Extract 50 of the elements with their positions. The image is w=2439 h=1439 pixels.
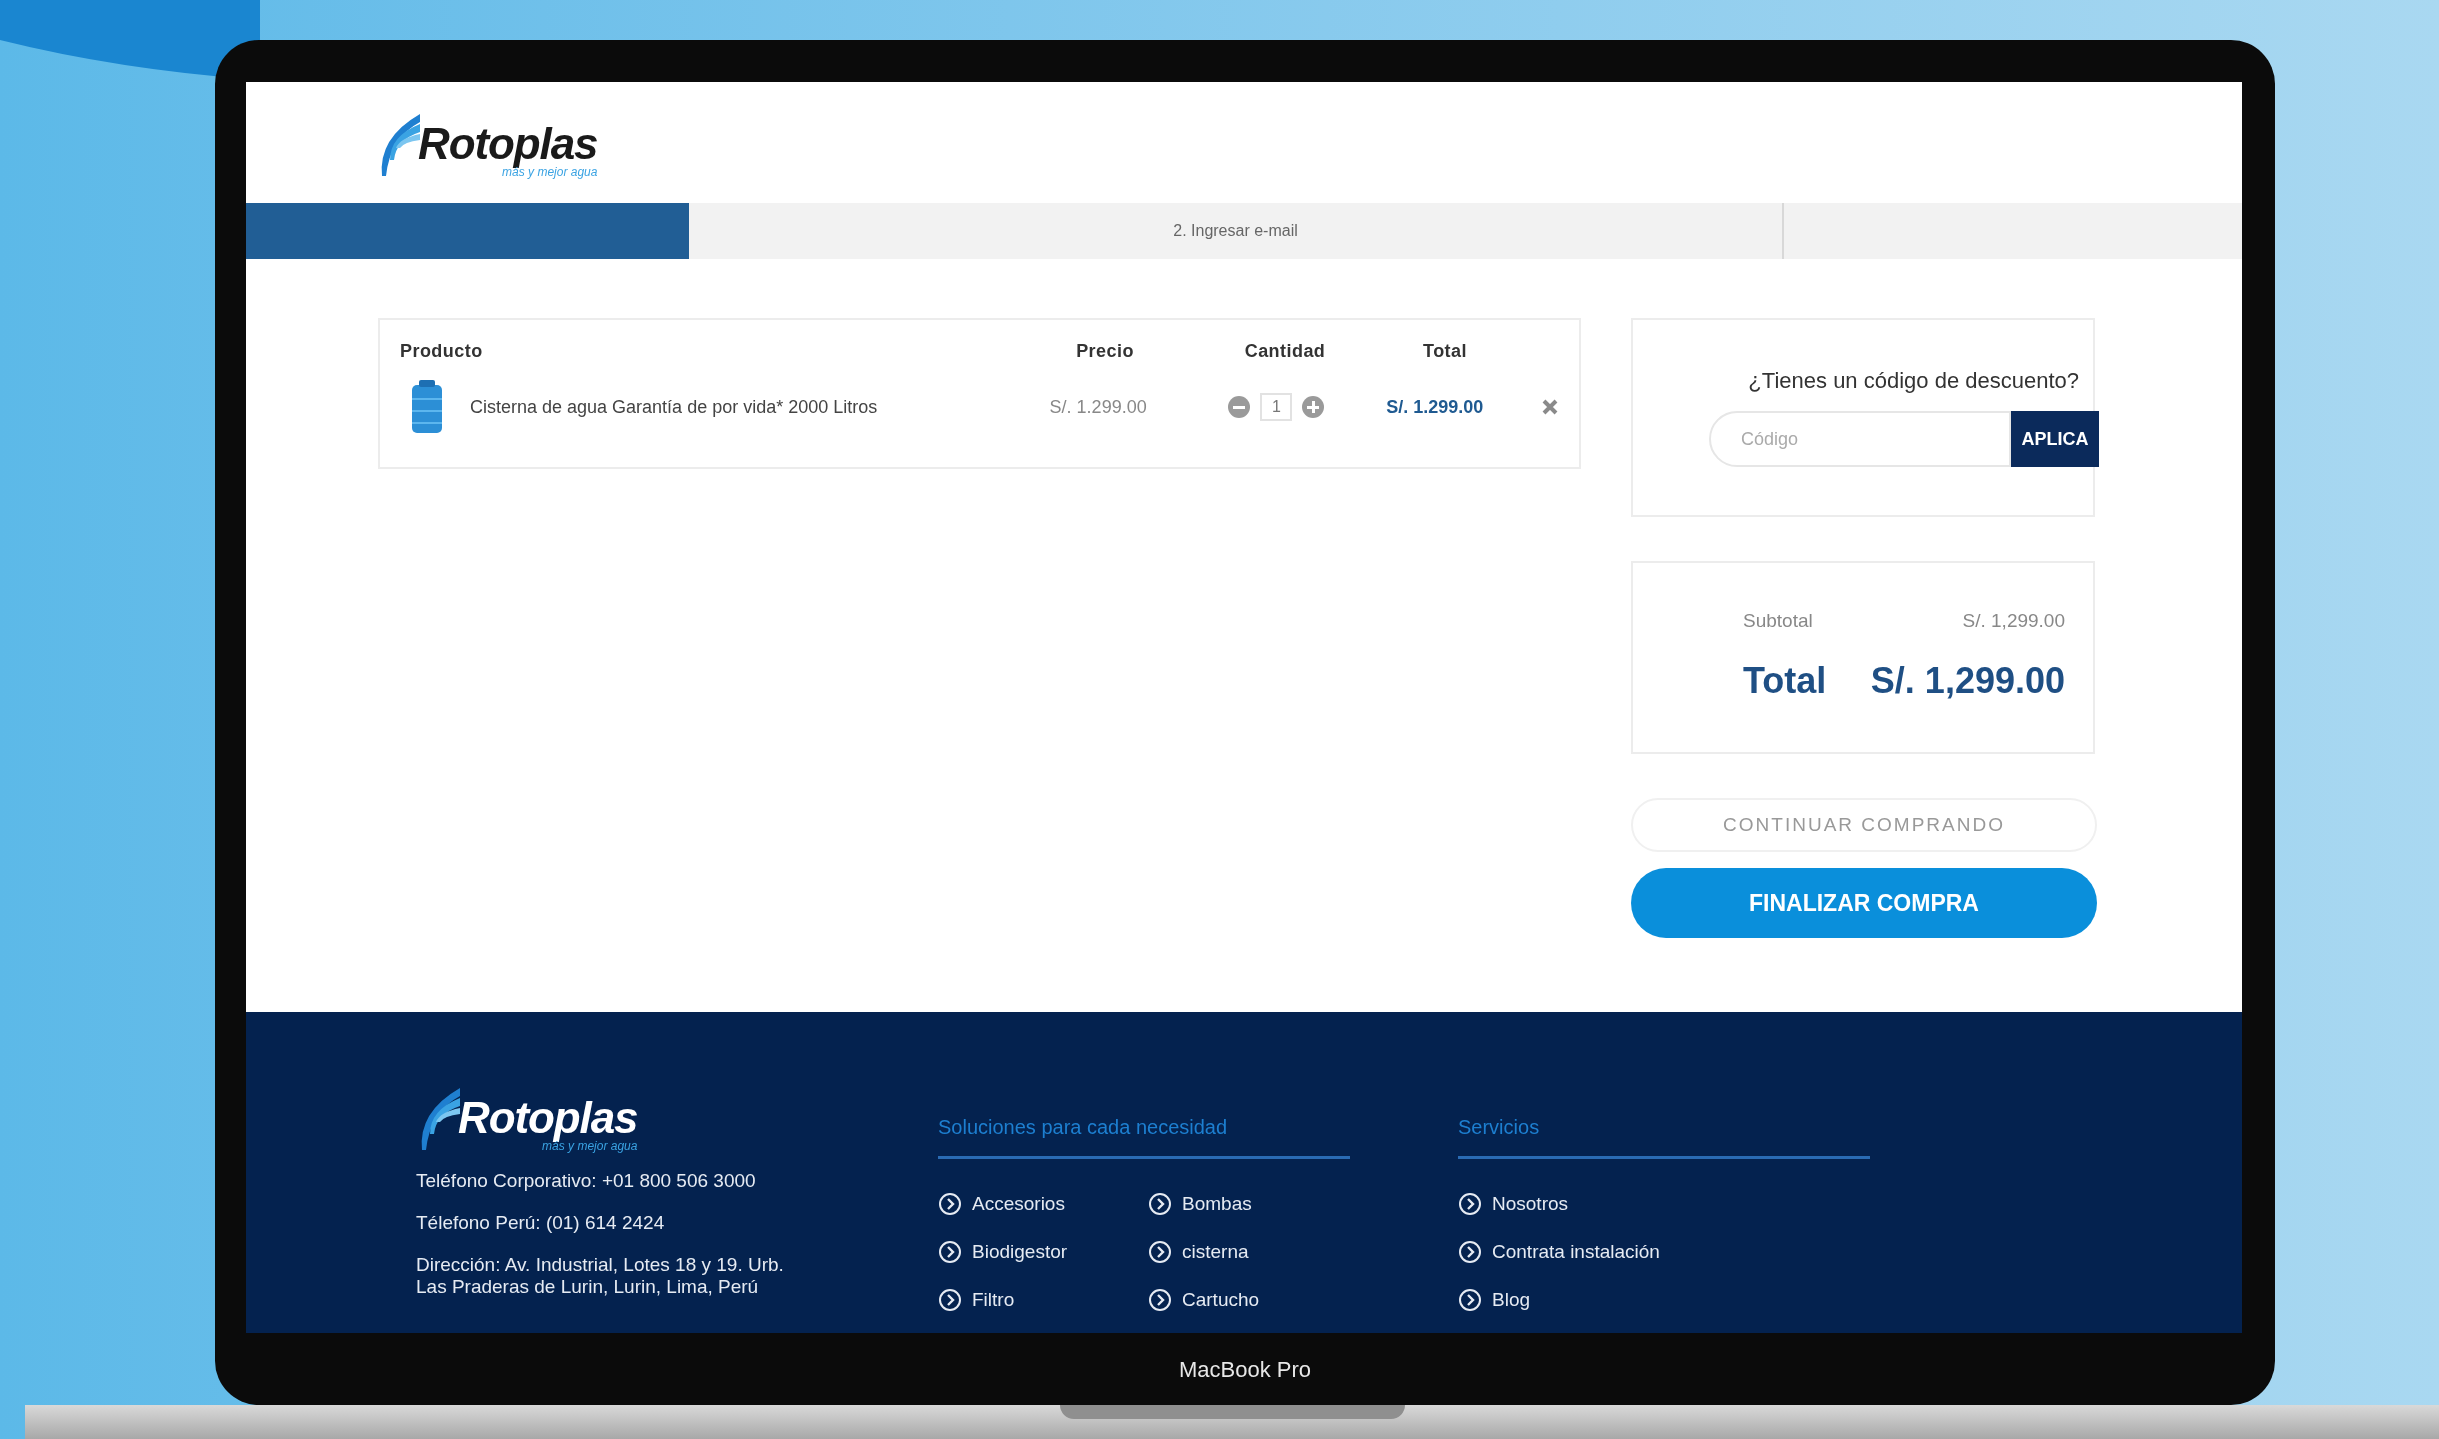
footer-link[interactable]: Bombas xyxy=(1182,1191,1252,1217)
footer-link[interactable]: Accesorios xyxy=(972,1191,1065,1217)
chevron-circle-icon xyxy=(1458,1240,1482,1264)
chevron-circle-icon xyxy=(938,1288,962,1312)
checkout-step[interactable] xyxy=(246,203,689,259)
chevron-circle-icon xyxy=(938,1192,962,1216)
line-total: S/. 1.299.00 xyxy=(1385,395,1485,419)
product-name: Cisterna de agua Garantía de por vida* 2000 Litros xyxy=(470,395,878,419)
checkout-step[interactable]: 2. Ingresar e-mail xyxy=(689,203,1784,259)
chevron-circle-icon xyxy=(1148,1192,1172,1216)
water-tank-icon xyxy=(410,379,444,435)
logo-tagline: más y mejor agua xyxy=(542,1140,638,1152)
column-header: Producto xyxy=(400,340,484,363)
decrease-button[interactable] xyxy=(1228,396,1251,418)
device-label: MacBook Pro xyxy=(1177,1355,1313,1384)
logo-wordmark: Rotoplas xyxy=(458,1096,638,1140)
chevron-circle-icon xyxy=(1458,1288,1482,1312)
chevron-circle-icon xyxy=(1148,1288,1172,1312)
footer-link[interactable]: Cartucho xyxy=(1182,1287,1260,1313)
footer-link[interactable]: Biodigestor xyxy=(972,1239,1068,1265)
product-price: S/. 1.299.00 xyxy=(1048,395,1148,419)
footer-link[interactable]: Filtro xyxy=(972,1287,1015,1313)
chevron-circle-icon xyxy=(1458,1192,1482,1216)
increase-button[interactable] xyxy=(1302,396,1325,418)
subtotal-label: Subtotal xyxy=(1743,609,1813,634)
subtotal-value: S/. 1,299.00 xyxy=(1962,609,2065,634)
logo-wordmark: Rotoplas xyxy=(418,121,598,166)
footer-link[interactable]: Blog xyxy=(1492,1287,1531,1313)
total-value: S/. 1,299.00 xyxy=(1870,658,2065,703)
chevron-circle-icon xyxy=(1148,1240,1172,1264)
footer-heading: Servicios xyxy=(1458,1082,1870,1159)
footer-link[interactable]: Nosotros xyxy=(1492,1191,1569,1217)
finish-purchase-button[interactable]: FINALIZAR COMPRA xyxy=(1631,868,2097,938)
contact-text: Télefono Perú: (01) 614 2424 xyxy=(416,1212,666,1234)
discount-prompt: ¿Tienes un código de descuento? xyxy=(1748,367,2080,395)
footer-link[interactable]: Contrata instalación xyxy=(1492,1239,1660,1265)
checkout-step[interactable] xyxy=(1784,203,2242,259)
column-header: Precio xyxy=(1075,340,1135,363)
contact-text: Teléfono Corporativo: +01 800 506 3000 xyxy=(416,1170,757,1192)
contact-text: Dirección: Av. Industrial, Lotes 18 y 19. Urb. Las Praderas de Lurin, Lurin, Lima, Perú xyxy=(416,1254,785,1298)
apply-button[interactable]: APLICA xyxy=(2011,411,2099,467)
quantity-field[interactable]: 1 xyxy=(1260,393,1293,421)
footer-link[interactable]: cisterna xyxy=(1182,1239,1249,1265)
remove-button[interactable] xyxy=(1541,398,1559,416)
total-label: Total xyxy=(1743,658,1827,703)
column-header: Cantidad xyxy=(1243,340,1327,363)
column-header: Total xyxy=(1422,340,1468,363)
footer-heading: Soluciones para cada necesidad xyxy=(938,1082,1350,1159)
code-field[interactable]: Código xyxy=(1709,411,2011,467)
chevron-circle-icon xyxy=(938,1240,962,1264)
